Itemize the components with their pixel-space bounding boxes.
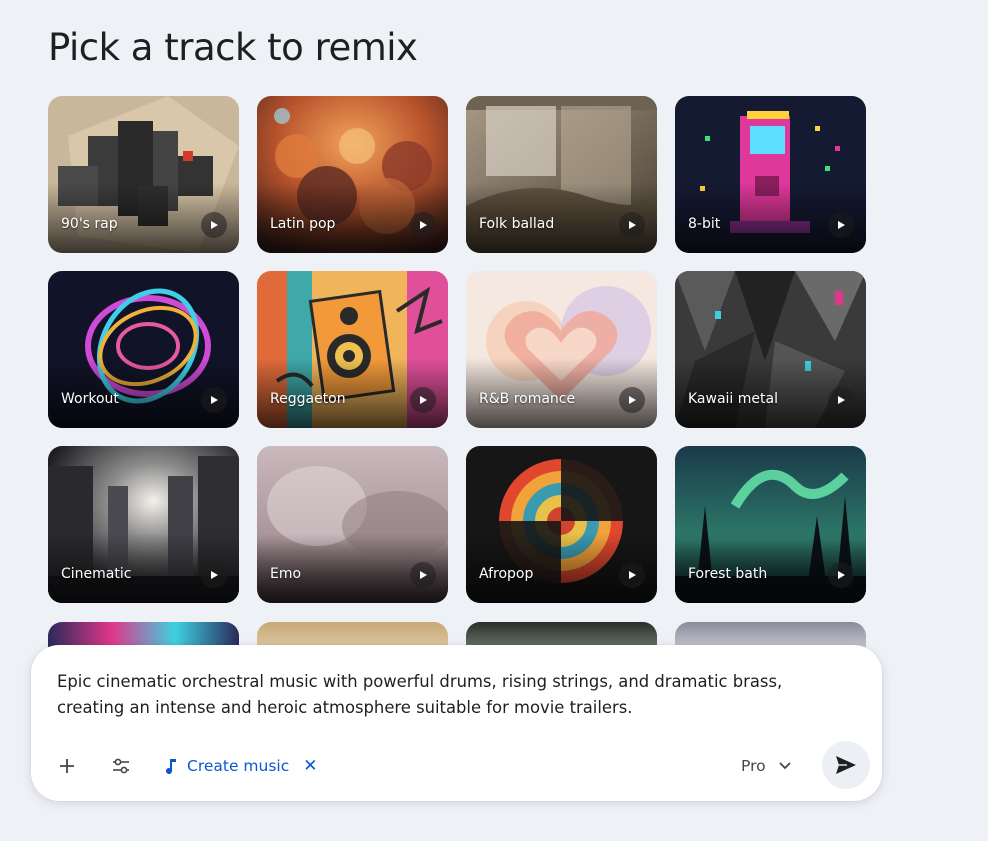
create-music-chip[interactable]: Create music ✕ — [157, 748, 324, 784]
chevron-down-icon — [778, 762, 791, 770]
track-label: 90's rap — [61, 216, 118, 232]
prompt-composer: Epic cinematic orchestral music with pow… — [31, 645, 882, 801]
track-card-8-bit[interactable]: 8-bit — [675, 96, 866, 253]
track-card-latin-pop[interactable]: Latin pop — [257, 96, 448, 253]
close-icon[interactable]: ✕ — [303, 756, 317, 776]
track-label: Workout — [61, 391, 119, 407]
track-label: Latin pop — [270, 216, 336, 232]
track-card-workout[interactable]: Workout — [48, 271, 239, 428]
track-card-afropop[interactable]: Afropop — [466, 446, 657, 603]
track-label: Emo — [270, 566, 302, 582]
track-card-kawaii-metal[interactable]: Kawaii metal — [675, 271, 866, 428]
play-icon[interactable] — [201, 562, 227, 588]
track-label: Folk ballad — [479, 216, 555, 232]
send-button[interactable] — [822, 741, 870, 789]
track-card-reggaeton[interactable]: Reggaeton — [257, 271, 448, 428]
play-icon[interactable] — [828, 562, 854, 588]
chip-label: Create music — [187, 757, 290, 775]
play-icon[interactable] — [619, 387, 645, 413]
track-label: Cinematic — [61, 566, 132, 582]
prompt-input[interactable]: Epic cinematic orchestral music with pow… — [57, 669, 817, 721]
send-icon — [836, 756, 856, 774]
play-icon[interactable] — [828, 387, 854, 413]
play-icon[interactable] — [410, 562, 436, 588]
play-icon[interactable] — [619, 212, 645, 238]
track-label: Kawaii metal — [688, 391, 778, 407]
track-label: R&B romance — [479, 391, 576, 407]
play-icon[interactable] — [410, 387, 436, 413]
play-icon[interactable] — [828, 212, 854, 238]
track-label: 8-bit — [688, 216, 721, 232]
play-icon[interactable] — [201, 387, 227, 413]
play-icon[interactable] — [201, 212, 227, 238]
track-card-cinematic[interactable]: Cinematic — [48, 446, 239, 603]
page-title: Pick a track to remix — [48, 26, 418, 69]
model-label: Pro — [741, 757, 766, 775]
play-icon[interactable] — [619, 562, 645, 588]
track-card-rnb-romance[interactable]: R&B romance — [466, 271, 657, 428]
sliders-icon[interactable] — [103, 748, 139, 784]
track-grid: 90's rap Latin pop Folk ballad 8-bit Wor… — [48, 96, 866, 603]
music-note-icon — [166, 759, 176, 775]
model-selector[interactable]: Pro — [741, 748, 792, 784]
track-card-emo[interactable]: Emo — [257, 446, 448, 603]
track-card-forest-bath[interactable]: Forest bath — [675, 446, 866, 603]
track-label: Reggaeton — [270, 391, 346, 407]
plus-icon[interactable] — [49, 748, 85, 784]
play-icon[interactable] — [410, 212, 436, 238]
track-card-90s-rap[interactable]: 90's rap — [48, 96, 239, 253]
track-label: Afropop — [479, 566, 534, 582]
track-card-folk-ballad[interactable]: Folk ballad — [466, 96, 657, 253]
track-label: Forest bath — [688, 566, 768, 582]
